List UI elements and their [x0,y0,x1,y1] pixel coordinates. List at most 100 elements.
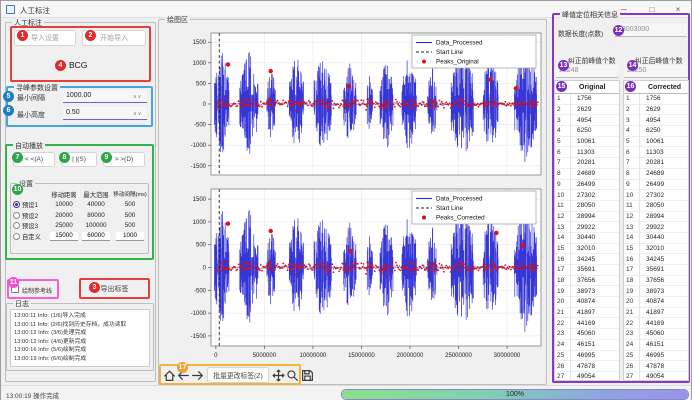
peak-table-row[interactable]: 926499 [624,180,688,191]
peak-table-row[interactable]: 2749054 [555,372,619,381]
corrected-peak-cell[interactable]: 11303 [640,147,688,158]
original-peak-cell[interactable]: 45060 [571,329,619,340]
peak-table-row[interactable]: 1634245 [624,254,688,265]
original-peak-cell[interactable]: 24689 [571,169,619,180]
custom-interval-input[interactable] [116,232,144,241]
original-peak-cell[interactable]: 35691 [571,265,619,276]
peak-table-row[interactable]: 1938973 [624,286,688,297]
row-index-cell[interactable]: 26 [624,361,640,372]
row-index-cell[interactable]: 4 [555,126,571,137]
corrected-peak-cell[interactable]: 27302 [640,190,688,201]
row-index-cell[interactable]: 17 [555,265,571,276]
zoom-icon[interactable] [286,369,299,382]
corrected-peak-cell[interactable]: 47878 [640,361,688,372]
peak-table-row[interactable]: 824689 [555,169,619,180]
home-icon[interactable] [163,369,176,382]
corrected-peak-cell[interactable]: 26499 [640,180,688,191]
original-peak-cell[interactable]: 37656 [571,276,619,287]
original-peak-cell[interactable]: 47878 [571,361,619,372]
preset3-radio-row[interactable]: 预设3 [13,221,49,230]
corrected-peak-cell[interactable]: 6250 [640,126,688,137]
row-index-cell[interactable]: 21 [555,308,571,319]
row-index-cell[interactable]: 19 [624,286,640,297]
row-index-cell[interactable]: 23 [624,329,640,340]
preset2-radio[interactable] [13,212,20,219]
row-index-cell[interactable]: 24 [555,340,571,351]
peak-table-row[interactable]: 46250 [555,126,619,137]
forward-arrow-icon[interactable] [191,369,204,382]
peak-table-row[interactable]: 2040874 [624,297,688,308]
row-index-cell[interactable]: 20 [624,297,640,308]
peak-marker[interactable] [347,84,351,88]
corrected-peak-cell[interactable]: 45060 [640,329,688,340]
original-peak-cell[interactable]: 11303 [571,147,619,158]
peak-marker[interactable] [520,243,524,247]
original-peak-cell[interactable]: 10061 [571,137,619,148]
corrected-peak-cell[interactable]: 30440 [640,233,688,244]
row-index-cell[interactable]: 27 [624,372,640,381]
original-peak-cell[interactable]: 28994 [571,212,619,223]
peak-table-row[interactable]: 1329922 [555,222,619,233]
row-index-cell[interactable]: 4 [624,126,640,137]
custom-distance-input[interactable] [50,232,78,241]
row-index-cell[interactable]: 25 [555,351,571,362]
minimize-button[interactable]: ─ [617,3,631,16]
corrected-peak-cell[interactable]: 46995 [640,351,688,362]
row-index-cell[interactable]: 23 [555,329,571,340]
preset1-radio-row[interactable]: 预设1 [13,200,49,209]
corrected-peak-cell[interactable]: 46151 [640,340,688,351]
row-index-cell[interactable]: 8 [555,169,571,180]
row-index-cell[interactable]: 21 [624,308,640,319]
peak-table-row[interactable]: 2647878 [555,361,619,372]
custom-range-input[interactable] [82,232,110,241]
peak-marker[interactable] [226,222,230,226]
row-index-cell[interactable]: 8 [624,169,640,180]
row-index-cell[interactable]: 6 [555,147,571,158]
peak-marker[interactable] [488,78,492,82]
original-peak-cell[interactable]: 40874 [571,297,619,308]
row-index-cell[interactable]: 17 [624,265,640,276]
corrected-peak-cell[interactable]: 34245 [640,254,688,265]
peak-table-row[interactable]: 2345060 [555,329,619,340]
original-peak-cell[interactable]: 41897 [571,308,619,319]
corrected-peak-cell[interactable]: 20281 [640,158,688,169]
peak-marker[interactable] [269,229,273,233]
row-index-cell[interactable]: 5 [624,137,640,148]
peak-table-row[interactable]: 11756 [555,94,619,105]
peak-table-row[interactable]: 34954 [555,115,619,126]
corrected-peaks-table[interactable]: Corrected 117562262934954462505100616113… [623,80,689,381]
original-peak-cell[interactable]: 29922 [571,222,619,233]
preset1-radio[interactable] [13,201,20,208]
peak-table-row[interactable]: 2446151 [555,340,619,351]
original-peak-cell[interactable]: 34245 [571,254,619,265]
peak-table-row[interactable]: 2141897 [555,308,619,319]
peak-marker[interactable] [269,69,273,73]
row-index-cell[interactable]: 19 [555,286,571,297]
corrected-peak-cell[interactable]: 4954 [640,115,688,126]
row-index-cell[interactable]: 22 [555,318,571,329]
peak-table-row[interactable]: 1128050 [555,201,619,212]
peak-table-row[interactable]: 720281 [555,158,619,169]
min-height-spin-arrows[interactable]: ∧∨ [133,111,142,117]
row-index-cell[interactable]: 14 [555,233,571,244]
peak-table-row[interactable]: 1532010 [624,244,688,255]
custom-radio-row[interactable]: 自定义 [13,232,49,241]
custom-radio[interactable] [13,233,20,240]
peak-table-row[interactable]: 2244169 [555,318,619,329]
original-peak-cell[interactable]: 49054 [571,372,619,381]
maximize-button[interactable]: □ [645,3,659,16]
row-index-cell[interactable]: 18 [555,276,571,287]
row-index-cell[interactable]: 22 [624,318,640,329]
row-index-cell[interactable]: 9 [624,180,640,191]
row-index-cell[interactable]: 24 [624,340,640,351]
close-button[interactable]: × [671,3,685,16]
original-peak-cell[interactable]: 2629 [571,105,619,116]
row-index-cell[interactable]: 2 [555,105,571,116]
peak-table-row[interactable]: 926499 [555,180,619,191]
corrected-peak-cell[interactable]: 24689 [640,169,688,180]
peak-table-row[interactable]: 2546995 [624,351,688,362]
original-peak-cell[interactable]: 20281 [571,158,619,169]
min-interval-spin-arrows[interactable]: ∧∨ [133,94,142,100]
corrected-peak-cell[interactable]: 10061 [640,137,688,148]
peak-table-row[interactable]: 2749054 [624,372,688,381]
